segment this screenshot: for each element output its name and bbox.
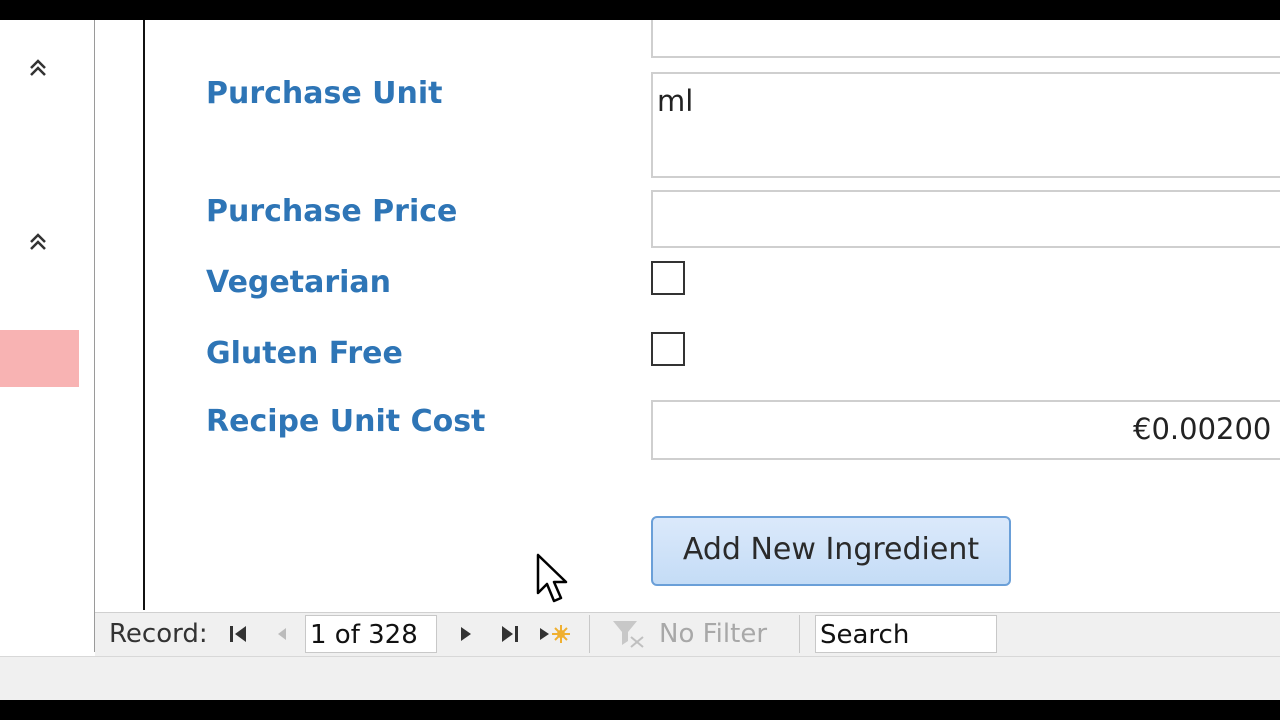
status-bar	[0, 656, 1280, 700]
vegetarian-checkbox[interactable]	[651, 261, 685, 295]
first-record-icon[interactable]	[227, 623, 249, 645]
vegetarian-label: Vegetarian	[206, 265, 392, 300]
recipe-unit-cost-label: Recipe Unit Cost	[206, 404, 486, 439]
search-input[interactable]: Search	[815, 615, 997, 653]
current-record-value: 1 of 328	[310, 620, 418, 650]
search-placeholder: Search	[820, 620, 910, 650]
last-record-icon[interactable]	[499, 623, 521, 645]
current-record-input[interactable]: 1 of 328	[305, 615, 437, 653]
filter-icon[interactable]	[611, 617, 647, 649]
add-new-ingredient-button[interactable]: Add New Ingredient	[651, 516, 1011, 586]
record-selector-border	[143, 20, 145, 610]
access-form-window: Purchase Unit ml Purchase Price Vegetari…	[0, 20, 1280, 700]
gluten-free-checkbox[interactable]	[651, 332, 685, 366]
record-bar-separator	[589, 615, 590, 653]
nav-selected-item[interactable]	[0, 330, 79, 387]
gluten-free-label: Gluten Free	[206, 336, 403, 371]
purchase-price-label: Purchase Price	[206, 194, 458, 229]
purchase-price-input[interactable]	[651, 190, 1280, 248]
recipe-unit-cost-value: €0.00200	[1133, 412, 1272, 446]
purchase-unit-value: ml	[657, 84, 694, 118]
recipe-unit-cost-input[interactable]: €0.00200	[651, 400, 1280, 460]
record-bar-separator	[799, 615, 800, 653]
no-filter-label[interactable]: No Filter	[659, 619, 767, 649]
new-record-icon[interactable]	[537, 623, 571, 645]
mouse-cursor-icon	[536, 553, 568, 603]
record-label: Record:	[109, 619, 208, 649]
purchase-unit-label: Purchase Unit	[206, 76, 443, 111]
previous-field-input[interactable]	[651, 20, 1280, 58]
previous-record-icon[interactable]	[271, 623, 293, 645]
double-chevron-up-icon[interactable]	[26, 56, 50, 80]
navigation-pane	[0, 20, 95, 652]
double-chevron-up-icon[interactable]	[26, 230, 50, 254]
ingredient-form: Purchase Unit ml Purchase Price Vegetari…	[95, 20, 1280, 610]
purchase-unit-input[interactable]: ml	[651, 72, 1280, 178]
record-navigation-bar: Record: 1 of 328 No Filter Search	[95, 612, 1280, 656]
next-record-icon[interactable]	[455, 623, 477, 645]
